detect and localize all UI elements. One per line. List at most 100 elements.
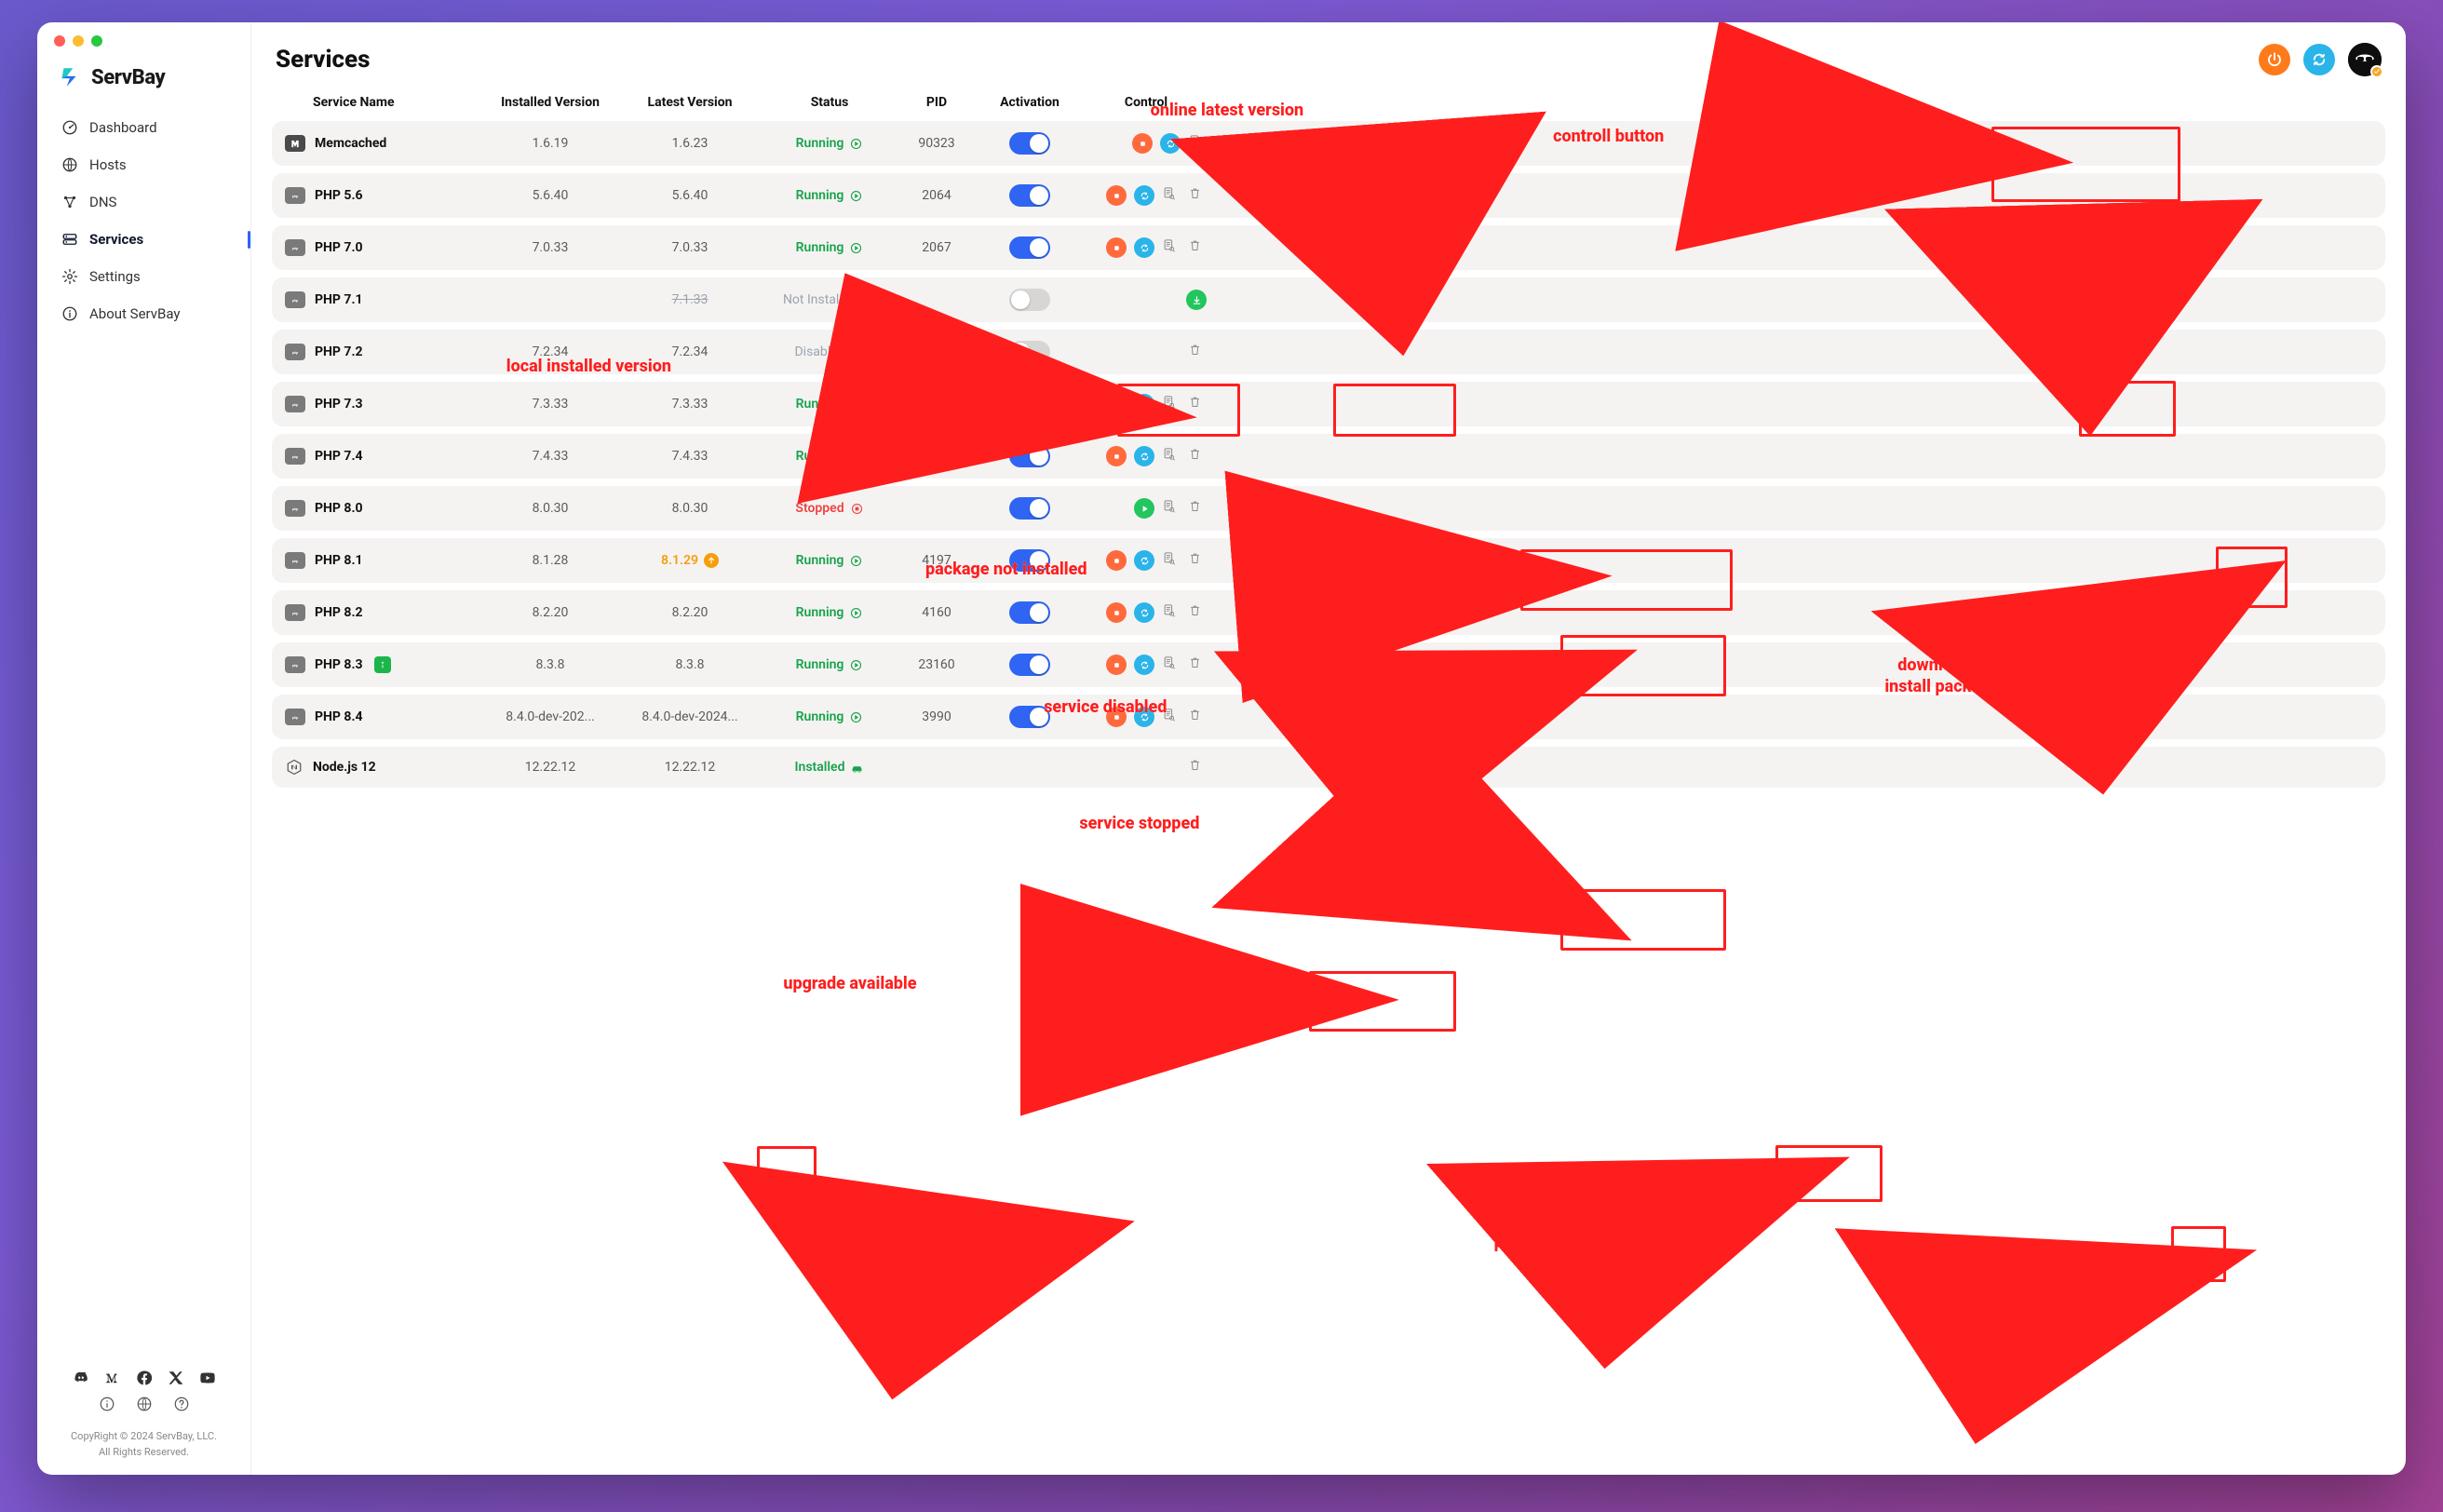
global-reload-button[interactable] [2303, 44, 2335, 75]
activation-toggle[interactable] [1009, 184, 1050, 207]
activation-toggle[interactable] [1009, 132, 1050, 155]
activation-toggle[interactable] [1009, 706, 1050, 728]
stop-button[interactable] [1106, 707, 1127, 727]
restart-button[interactable] [1134, 237, 1154, 258]
cell-activation [974, 341, 1086, 363]
sidebar-item-label: About ServBay [89, 305, 181, 322]
activation-toggle[interactable] [1009, 289, 1050, 311]
user-avatar[interactable] [2348, 43, 2382, 76]
table-header: Service Name Installed Version Latest Ve… [272, 86, 2385, 121]
delete-button[interactable] [1188, 603, 1207, 622]
global-power-button[interactable] [2259, 44, 2290, 75]
php-icon: php [285, 604, 305, 621]
info-small-icon[interactable] [99, 1396, 115, 1412]
activation-toggle[interactable] [1009, 341, 1050, 363]
delete-button[interactable] [1188, 343, 1207, 361]
delete-button[interactable] [1188, 758, 1207, 776]
download-button[interactable] [1186, 290, 1207, 310]
sidebar-item-services[interactable]: Services [54, 222, 234, 257]
cell-controls [1086, 290, 1207, 310]
cell-activation [974, 184, 1086, 207]
upgrade-available-icon [704, 553, 719, 568]
sidebar-footer: CopyRight © 2024 ServBay, LLC. All Right… [54, 1370, 234, 1460]
sidebar-item-settings[interactable]: Settings [54, 259, 234, 294]
delete-button[interactable] [1188, 395, 1207, 413]
view-log-button[interactable] [1162, 395, 1181, 413]
maximize-window-button[interactable] [91, 35, 102, 47]
language-icon[interactable] [136, 1396, 153, 1412]
cell-activation [974, 289, 1086, 311]
cell-status: Running [760, 709, 899, 724]
delete-button[interactable] [1188, 499, 1207, 518]
svg-text:php: php [292, 350, 298, 354]
facebook-icon[interactable] [136, 1370, 153, 1386]
delete-button[interactable] [1188, 655, 1207, 674]
activation-toggle[interactable] [1009, 654, 1050, 676]
restart-button[interactable] [1160, 133, 1181, 154]
stop-button[interactable] [1106, 550, 1127, 571]
restart-button[interactable] [1134, 550, 1154, 571]
help-icon[interactable] [173, 1396, 190, 1412]
delete-button[interactable] [1188, 447, 1207, 466]
activation-toggle[interactable] [1009, 236, 1050, 259]
view-log-button[interactable] [1162, 186, 1181, 205]
discord-icon[interactable] [73, 1370, 89, 1386]
cell-installed: 7.2.34 [480, 344, 620, 359]
cell-installed: 8.2.20 [480, 605, 620, 620]
delete-button[interactable] [1188, 186, 1207, 205]
restart-button[interactable] [1134, 655, 1154, 675]
sidebar-item-hosts[interactable]: Hosts [54, 147, 234, 182]
restart-button[interactable] [1134, 446, 1154, 466]
start-button[interactable] [1134, 498, 1154, 519]
view-log-button[interactable] [1162, 655, 1181, 674]
stop-button[interactable] [1106, 655, 1127, 675]
cell-controls [1086, 707, 1207, 727]
cell-activation [974, 549, 1086, 572]
restart-button[interactable] [1134, 394, 1154, 414]
stop-button[interactable] [1106, 446, 1127, 466]
activation-toggle[interactable] [1009, 393, 1050, 415]
restart-button[interactable] [1134, 707, 1154, 727]
stop-button[interactable] [1106, 237, 1127, 258]
cell-latest: 5.6.40 [620, 188, 760, 203]
delete-button[interactable] [1188, 708, 1207, 726]
stop-button[interactable] [1132, 133, 1153, 154]
view-log-button[interactable] [1162, 708, 1181, 726]
activation-toggle[interactable] [1009, 601, 1050, 624]
x-icon[interactable] [168, 1370, 184, 1386]
page-header: Services [270, 22, 2387, 86]
sidebar-nav: Dashboard Hosts DNS Services Settings Ab… [54, 110, 234, 331]
medium-icon[interactable] [104, 1370, 121, 1386]
activation-toggle[interactable] [1009, 497, 1050, 520]
activation-toggle[interactable] [1009, 549, 1050, 572]
minimize-window-button[interactable] [73, 35, 84, 47]
cell-controls [1086, 550, 1207, 571]
service-name: PHP 8.4 [315, 709, 363, 724]
youtube-icon[interactable] [199, 1370, 216, 1386]
sidebar-item-about[interactable]: About ServBay [54, 296, 234, 331]
view-log-button[interactable] [1162, 238, 1181, 257]
close-window-button[interactable] [54, 35, 65, 47]
cell-activation [974, 601, 1086, 624]
service-row: php PHP 5.6 5.6.40 5.6.40 Running 2064 [272, 173, 2385, 218]
sidebar-item-dns[interactable]: DNS [54, 184, 234, 220]
activation-toggle[interactable] [1009, 445, 1050, 467]
memcached-icon [285, 135, 305, 152]
restart-button[interactable] [1134, 185, 1154, 206]
sidebar-item-dashboard[interactable]: Dashboard [54, 110, 234, 145]
logo-icon [58, 65, 82, 89]
view-log-button[interactable] [1188, 134, 1207, 153]
view-log-button[interactable] [1162, 447, 1181, 466]
stop-button[interactable] [1106, 185, 1127, 206]
cell-latest: 7.1.33 [620, 292, 760, 307]
stop-button[interactable] [1106, 602, 1127, 623]
view-log-button[interactable] [1162, 551, 1181, 570]
cell-controls [1086, 655, 1207, 675]
restart-button[interactable] [1134, 602, 1154, 623]
view-log-button[interactable] [1162, 499, 1181, 518]
delete-button[interactable] [1188, 238, 1207, 257]
stop-button[interactable] [1106, 394, 1127, 414]
delete-button[interactable] [1188, 551, 1207, 570]
view-log-button[interactable] [1162, 603, 1181, 622]
cell-pid: 4197 [899, 553, 974, 568]
